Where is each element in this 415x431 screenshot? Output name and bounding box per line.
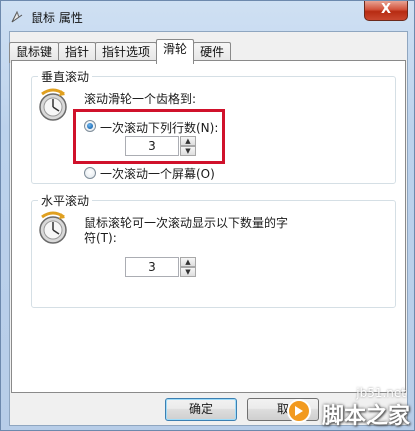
chars-count-input[interactable]: 3: [125, 257, 179, 277]
stepper-down-icon[interactable]: ▼: [180, 267, 196, 277]
tab-wheel[interactable]: 滑轮: [156, 39, 195, 64]
watermark-brand: 脚本之家: [321, 404, 410, 429]
close-button[interactable]: X: [364, 1, 408, 21]
ok-button[interactable]: 确定: [165, 398, 237, 421]
watermark-logo-icon: [287, 399, 311, 423]
watermark: jb51.net 脚本之家: [284, 384, 414, 430]
horizontal-wheel-icon: [39, 211, 67, 244]
stepper-up-icon[interactable]: ▲: [180, 257, 196, 267]
mouse-properties-window: 鼠标 属性 X 鼠标键 指针 指针选项 滑轮 硬件 垂直滚动 滚动滑轮一个齿格到…: [0, 0, 415, 431]
scroll-wheel-icon: [39, 88, 67, 121]
vertical-scroll-prompt: 滚动滑轮一个齿格到:: [84, 92, 197, 106]
vertical-scrolling-title: 垂直滚动: [38, 68, 93, 85]
horizontal-scroll-prompt-line2: 符(T):: [84, 231, 117, 245]
title-bar[interactable]: 鼠标 属性 X: [1, 1, 414, 33]
mouse-icon: [11, 10, 23, 23]
close-icon: X: [380, 2, 392, 17]
scroll-screen-radio[interactable]: [84, 167, 96, 179]
window-title: 鼠标 属性: [31, 11, 83, 25]
highlight-box: [73, 109, 225, 164]
tab-strip: 鼠标键 指针 指针选项 滑轮 硬件: [9, 39, 232, 64]
scroll-screen-label[interactable]: 一次滚动一个屏幕(O): [100, 165, 215, 182]
horizontal-scrolling-title: 水平滚动: [38, 192, 93, 209]
chars-count-stepper[interactable]: ▲ ▼: [180, 257, 196, 277]
